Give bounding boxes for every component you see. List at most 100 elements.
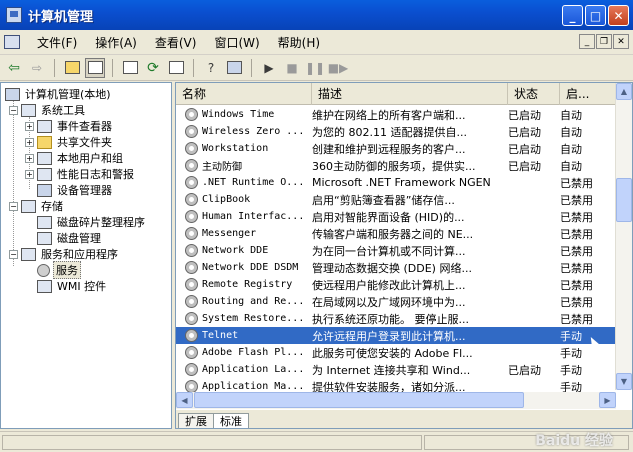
expand-icon[interactable]: + xyxy=(25,137,34,147)
table-row[interactable]: Network DDE DSDM 管理动态数据交换 (DDE) 网络... 已禁用 xyxy=(176,259,616,276)
minimize-button[interactable]: _ xyxy=(562,5,583,26)
child-minimize-button[interactable]: _ xyxy=(579,34,595,49)
device-manager-icon xyxy=(37,183,52,197)
tree-node-disk-management[interactable]: 磁盘管理 xyxy=(37,230,103,246)
refresh-icon[interactable]: ⟳ xyxy=(143,58,163,78)
tree-node-storage[interactable]: − 存储 xyxy=(9,198,65,214)
tree-node-system-tools[interactable]: − 系统工具 xyxy=(9,102,87,118)
tab-standard[interactable]: 标准 xyxy=(213,413,249,428)
export-list-icon[interactable] xyxy=(166,58,186,78)
services-apps-icon xyxy=(21,247,36,261)
stop-service-icon[interactable]: ■ xyxy=(282,58,302,78)
service-startup-type: 自动 xyxy=(560,159,582,173)
table-row[interactable]: .NET Runtime O... Microsoft .NET Framewor… xyxy=(176,174,616,191)
table-row[interactable]: Workstation 创建和维护到远程服务的客户... 已启动 自动 xyxy=(176,140,616,157)
menu-view[interactable]: 查看(V) xyxy=(146,34,206,51)
table-row[interactable]: Network DDE 为在同一台计算机或不同计算... 已禁用 xyxy=(176,242,616,259)
table-row[interactable]: Remote Registry 使远程用户能修改此计算机上... 已禁用 xyxy=(176,276,616,293)
tree-node-perf-logs[interactable]: + 性能日志和警报 xyxy=(25,166,136,182)
menu-action[interactable]: 操作(A) xyxy=(86,34,146,51)
show-hide-tree-icon[interactable] xyxy=(85,57,105,78)
service-status: 已启动 xyxy=(508,125,541,139)
pause-service-icon[interactable]: ❚❚ xyxy=(305,58,325,78)
show-console-icon[interactable] xyxy=(224,58,244,78)
help-icon[interactable]: ? xyxy=(201,58,221,78)
service-gear-icon xyxy=(185,312,198,325)
event-viewer-icon xyxy=(37,119,52,133)
table-row[interactable]: Human Interfac... 启用对智能界面设备 (HID)的... 已禁用 xyxy=(176,208,616,225)
service-name-cell: Human Interfac... xyxy=(176,210,309,223)
tree-node-shared-folders[interactable]: + 共享文件夹 xyxy=(25,134,114,150)
service-name: Wireless Zero ... xyxy=(202,126,305,137)
expand-icon[interactable]: + xyxy=(25,169,34,179)
table-row[interactable]: System Restore... 执行系统还原功能。 要停止服... 已禁用 xyxy=(176,310,616,327)
tree-node-wmi[interactable]: WMI 控件 xyxy=(37,278,108,294)
tree-label: 计算机管理(本地) xyxy=(25,88,111,101)
service-startup-type: 已禁用 xyxy=(560,210,593,224)
tree-node-event-viewer[interactable]: + 事件查看器 xyxy=(25,118,114,134)
console-icon[interactable] xyxy=(4,35,20,49)
menu-file[interactable]: 文件(F) xyxy=(28,34,86,51)
scroll-left-button[interactable]: ◀ xyxy=(176,392,193,408)
restart-service-icon[interactable]: ■▶ xyxy=(328,58,349,78)
service-name: ClipBook xyxy=(202,194,251,205)
tree-node-local-users[interactable]: + 本地用户和组 xyxy=(25,150,125,166)
collapse-icon[interactable]: − xyxy=(9,249,18,259)
start-service-icon[interactable]: ▶ xyxy=(259,58,279,78)
tree-label: 共享文件夹 xyxy=(57,136,112,149)
column-header-description[interactable]: 描述 xyxy=(312,83,508,105)
column-header-status[interactable]: 状态 xyxy=(508,83,560,105)
service-startup-type: 手动 xyxy=(560,346,582,360)
back-arrow-icon[interactable]: ⇦ xyxy=(4,58,24,78)
service-status: 已启动 xyxy=(508,142,541,156)
service-name: Network DDE DSDM xyxy=(202,262,299,273)
forward-arrow-icon[interactable]: ⇨ xyxy=(27,58,47,78)
column-header-name[interactable]: 名称 xyxy=(176,83,312,105)
service-startup-type: 已禁用 xyxy=(560,295,593,309)
table-row[interactable]: Windows Time 维护在网络上的所有客户端和... 已启动 自动 xyxy=(176,106,616,123)
properties-icon[interactable] xyxy=(120,58,140,78)
scroll-thumb[interactable] xyxy=(616,178,632,222)
users-icon xyxy=(37,151,52,165)
expand-icon[interactable]: + xyxy=(25,153,34,163)
tree-node-defrag[interactable]: 磁盘碎片整理程序 xyxy=(37,214,147,230)
scroll-right-button[interactable]: ▶ xyxy=(599,392,616,408)
service-description: 为 Internet 连接共享和 Wind... xyxy=(312,363,471,377)
table-row[interactable]: Adobe Flash Pl... 此服务可使您安装的 Adobe Fl... 手动 xyxy=(176,344,616,361)
table-row[interactable]: Messenger 传输客户端和服务器之间的 NE... 已禁用 xyxy=(176,225,616,242)
tree-node-root[interactable]: 计算机管理(本地) xyxy=(5,86,113,102)
expand-icon[interactable]: + xyxy=(25,121,34,131)
table-row[interactable]: Wireless Zero ... 为您的 802.11 适配器提供自... 已启动… xyxy=(176,123,616,140)
table-row[interactable]: ClipBook 启用“剪贴簿查看器”储存信... 已禁用 xyxy=(176,191,616,208)
tree-node-device-manager[interactable]: 设备管理器 xyxy=(37,182,114,198)
collapse-icon[interactable]: − xyxy=(9,105,18,115)
toolbar-separator xyxy=(193,58,194,77)
table-row[interactable]: Routing and Re... 在局域网以及广域网环境中为... 已禁用 xyxy=(176,293,616,310)
scroll-down-button[interactable]: ▼ xyxy=(616,373,632,390)
service-description: 启用“剪贴簿查看器”储存信... xyxy=(312,193,455,207)
maximize-button[interactable]: □ xyxy=(585,5,606,26)
title-bar: 计算机管理 _ □ ✕ xyxy=(0,0,633,30)
close-button[interactable]: ✕ xyxy=(608,5,629,26)
table-row[interactable]: 主动防御 360主动防御的服务项，提供实... 已启动 自动 xyxy=(176,157,616,174)
menu-help[interactable]: 帮助(H) xyxy=(269,34,329,51)
service-name-cell: Workstation xyxy=(176,142,309,155)
table-row[interactable]: Application La... 为 Internet 连接共享和 Wind..… xyxy=(176,361,616,378)
child-restore-button[interactable]: ❐ xyxy=(596,34,612,49)
menu-window[interactable]: 窗口(W) xyxy=(205,34,268,51)
tree-node-services[interactable]: 服务 xyxy=(37,261,81,279)
service-gear-icon xyxy=(185,159,198,172)
tree-node-services-apps[interactable]: − 服务和应用程序 xyxy=(9,246,120,262)
table-row[interactable]: Telnet 允许远程用户登录到此计算机... 手动 xyxy=(176,327,616,344)
child-close-button[interactable]: ✕ xyxy=(613,34,629,49)
column-header-startup[interactable]: 启... xyxy=(560,83,616,105)
scroll-up-button[interactable]: ▲ xyxy=(616,83,632,100)
collapse-icon[interactable]: − xyxy=(9,201,18,211)
tab-extended[interactable]: 扩展 xyxy=(178,413,214,428)
up-folder-icon[interactable] xyxy=(62,58,82,78)
system-tools-icon xyxy=(21,103,36,117)
vertical-scrollbar[interactable]: ▲ ▼ xyxy=(615,83,632,390)
tree-label: 性能日志和警报 xyxy=(57,168,134,181)
horizontal-scrollbar[interactable]: ◀ ▶ xyxy=(176,392,616,409)
horizontal-scroll-thumb[interactable] xyxy=(194,392,524,408)
